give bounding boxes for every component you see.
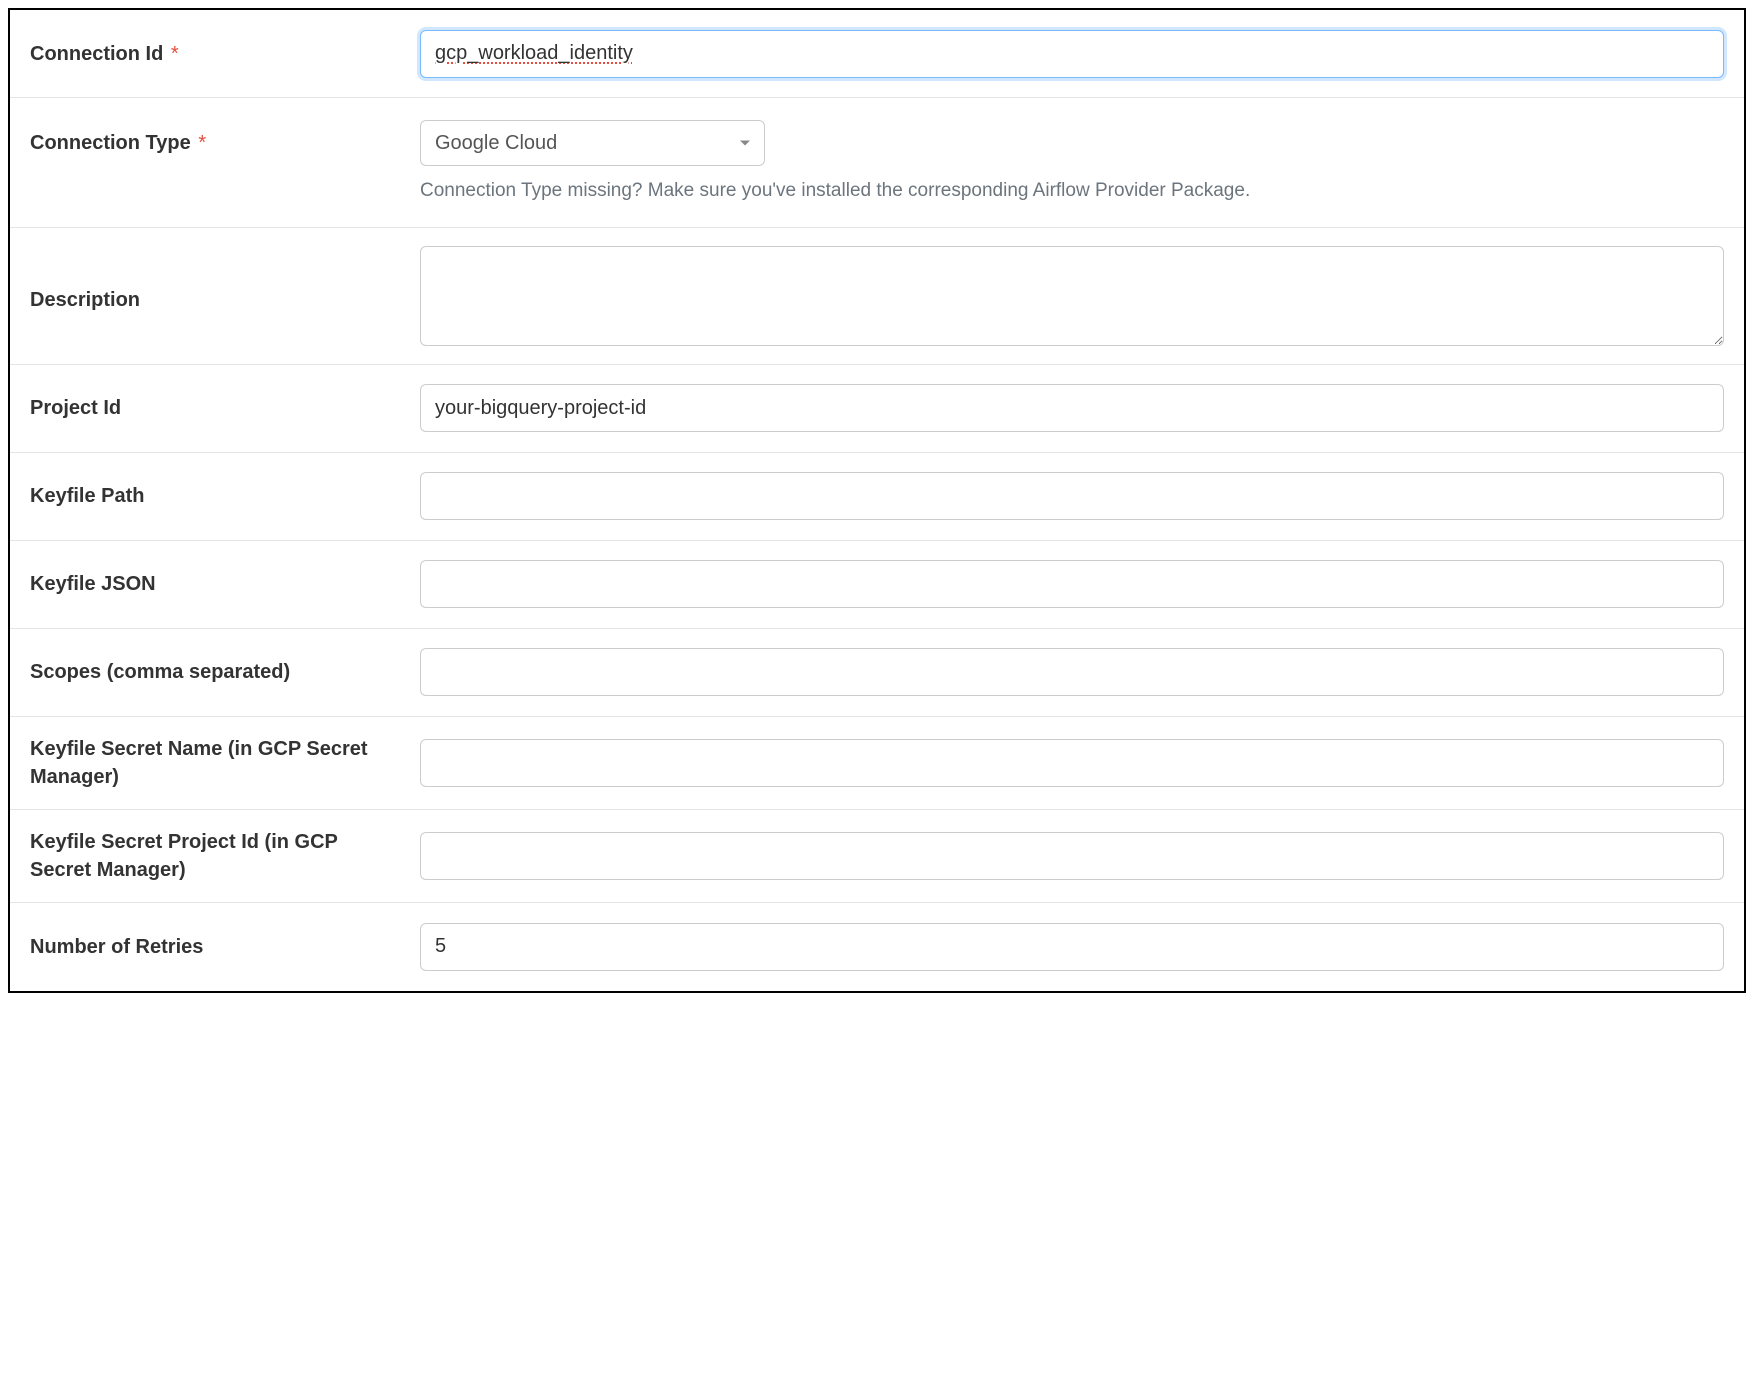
- keyfile-json-label: Keyfile JSON: [30, 573, 156, 595]
- input-cell: [420, 246, 1724, 346]
- keyfile-secret-name-label: Keyfile Secret Name (in GCP Secret Manag…: [30, 738, 368, 788]
- project-id-label: Project Id: [30, 397, 121, 419]
- connection-type-value: Google Cloud: [435, 132, 557, 155]
- keyfile-secret-project-id-label: Keyfile Secret Project Id (in GCP Secret…: [30, 831, 338, 881]
- description-input[interactable]: [420, 246, 1724, 346]
- label-cell: Connection Type *: [30, 120, 420, 166]
- scopes-label: Scopes (comma separated): [30, 661, 290, 683]
- label-cell: Description: [30, 246, 420, 314]
- input-cell: [420, 560, 1724, 608]
- row-connection-type: Connection Type * Google Cloud Connectio…: [10, 98, 1744, 228]
- connection-type-label: Connection Type *: [30, 129, 206, 157]
- keyfile-path-input[interactable]: [420, 472, 1724, 520]
- label-cell: Keyfile Path: [30, 482, 420, 510]
- label-cell: Scopes (comma separated): [30, 658, 420, 686]
- connection-type-select[interactable]: Google Cloud: [420, 120, 765, 166]
- row-project-id: Project Id: [10, 365, 1744, 453]
- label-cell: Connection Id *: [30, 40, 420, 68]
- required-marker: *: [171, 43, 179, 65]
- description-label: Description: [30, 289, 140, 311]
- connection-type-help: Connection Type missing? Make sure you'v…: [420, 178, 1724, 205]
- label-cell: Keyfile Secret Project Id (in GCP Secret…: [30, 828, 420, 884]
- keyfile-secret-project-id-input[interactable]: [420, 832, 1724, 880]
- label-cell: Number of Retries: [30, 933, 420, 961]
- connection-form: Connection Id * gcp_workload_identity Co…: [8, 8, 1746, 993]
- label-cell: Keyfile JSON: [30, 570, 420, 598]
- caret-down-icon: [740, 141, 750, 146]
- connection-id-value: gcp_workload_identity: [435, 42, 633, 65]
- number-of-retries-label: Number of Retries: [30, 936, 203, 958]
- keyfile-path-label: Keyfile Path: [30, 485, 144, 507]
- keyfile-json-input[interactable]: [420, 560, 1724, 608]
- row-description: Description: [10, 228, 1744, 365]
- input-cell: gcp_workload_identity: [420, 30, 1724, 78]
- row-connection-id: Connection Id * gcp_workload_identity: [10, 10, 1744, 98]
- input-cell: [420, 923, 1724, 971]
- row-scopes: Scopes (comma separated): [10, 629, 1744, 717]
- input-cell: [420, 384, 1724, 432]
- input-cell: [420, 648, 1724, 696]
- connection-id-label: Connection Id *: [30, 43, 179, 65]
- input-cell: Google Cloud Connection Type missing? Ma…: [420, 120, 1724, 205]
- row-keyfile-path: Keyfile Path: [10, 453, 1744, 541]
- input-cell: [420, 832, 1724, 880]
- required-marker: *: [198, 132, 206, 154]
- row-keyfile-json: Keyfile JSON: [10, 541, 1744, 629]
- row-keyfile-secret-project-id: Keyfile Secret Project Id (in GCP Secret…: [10, 810, 1744, 903]
- input-cell: [420, 472, 1724, 520]
- connection-id-input[interactable]: gcp_workload_identity: [420, 30, 1724, 78]
- label-cell: Keyfile Secret Name (in GCP Secret Manag…: [30, 735, 420, 791]
- label-cell: Project Id: [30, 394, 420, 422]
- row-number-of-retries: Number of Retries: [10, 903, 1744, 991]
- input-cell: [420, 739, 1724, 787]
- row-keyfile-secret-name: Keyfile Secret Name (in GCP Secret Manag…: [10, 717, 1744, 810]
- keyfile-secret-name-input[interactable]: [420, 739, 1724, 787]
- scopes-input[interactable]: [420, 648, 1724, 696]
- project-id-input[interactable]: [420, 384, 1724, 432]
- number-of-retries-input[interactable]: [420, 923, 1724, 971]
